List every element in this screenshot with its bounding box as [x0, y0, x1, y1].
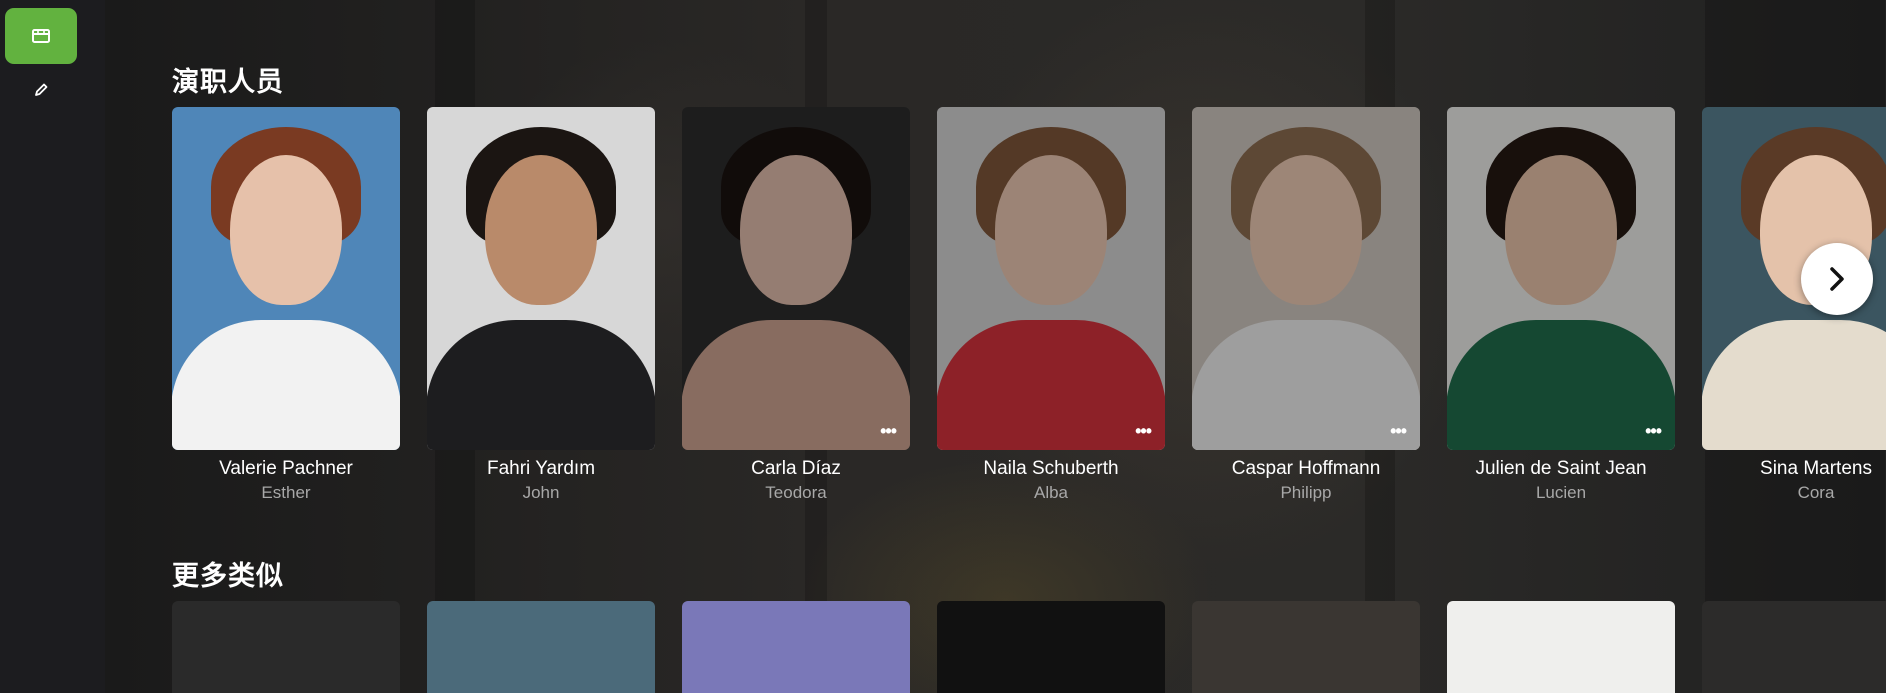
similar-poster[interactable] [1702, 601, 1886, 693]
film-icon [32, 29, 50, 43]
cast-photo[interactable] [172, 107, 400, 450]
sidebar-item-movies[interactable] [5, 8, 77, 64]
more-options-icon[interactable]: ••• [1645, 422, 1662, 440]
similar-poster[interactable] [1447, 601, 1675, 693]
cast-photo[interactable]: ••• [682, 107, 910, 450]
cast-section-title: 演职人员 [172, 67, 284, 98]
cast-name: Valerie Pachner [219, 458, 353, 479]
sidebar [0, 0, 105, 693]
pencil-icon [35, 83, 48, 96]
more-options-icon[interactable]: ••• [1390, 422, 1407, 440]
cast-role: John [522, 483, 560, 502]
cast-name: Caspar Hoffmann [1231, 458, 1381, 479]
cast-role: Teodora [765, 483, 827, 502]
more-options-icon[interactable]: ••• [1135, 422, 1152, 440]
cast-name: Fahri Yardım [486, 458, 596, 479]
cast-name: Julien de Saint Jean [1475, 458, 1647, 479]
chevron-right-icon [1830, 267, 1844, 291]
cast-role: Lucien [1535, 483, 1587, 502]
similar-poster[interactable] [937, 601, 1165, 693]
cast-photo[interactable] [427, 107, 655, 450]
similar-poster[interactable] [1192, 601, 1420, 693]
more-options-icon[interactable]: ••• [880, 422, 897, 440]
cast-photo[interactable]: ••• [1447, 107, 1675, 450]
cast-name: Carla Díaz [751, 458, 841, 479]
cast-name: Sina Martens [1760, 458, 1872, 479]
cast-name: Naila Schuberth [983, 458, 1119, 479]
cast-role: Alba [1033, 483, 1069, 502]
similar-section-title: 更多类似 [172, 561, 284, 592]
similar-poster[interactable] [172, 601, 400, 693]
cast-photo[interactable]: ••• [937, 107, 1165, 450]
cast-role: Esther [261, 483, 311, 502]
similar-poster[interactable] [682, 601, 910, 693]
similar-poster[interactable] [427, 601, 655, 693]
cast-role: Cora [1797, 483, 1835, 502]
carousel-next-button[interactable] [1801, 243, 1873, 315]
cast-photo[interactable]: ••• [1192, 107, 1420, 450]
cast-role: Philipp [1280, 483, 1332, 502]
sidebar-item-edit[interactable] [5, 62, 77, 118]
